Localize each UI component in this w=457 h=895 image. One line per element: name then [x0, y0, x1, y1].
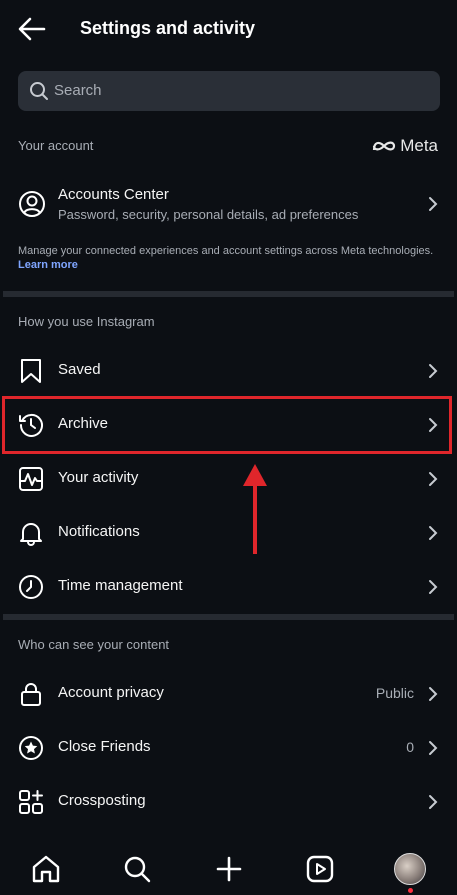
- lock-icon: [21, 683, 41, 706]
- settings-row-time-management[interactable]: Time management: [3, 560, 454, 614]
- close-friends-label: Close Friends: [58, 738, 151, 755]
- section-divider: [3, 291, 454, 297]
- account-privacy-value: Public: [375, 685, 414, 701]
- settings-row-close-friends[interactable]: Close Friends 0: [3, 721, 454, 775]
- section-divider: [3, 614, 454, 620]
- meta-note: Manage your connected experiences and ac…: [18, 244, 448, 272]
- top-bar: Settings and activity: [3, 0, 454, 58]
- chevron-right-icon: [429, 687, 438, 701]
- meta-logo: Meta: [371, 136, 438, 156]
- your-activity-label: Your activity: [58, 469, 139, 486]
- meta-infinity-icon: [373, 141, 396, 151]
- learn-more-link[interactable]: Learn more: [18, 258, 448, 272]
- account-privacy-label: Account privacy: [58, 684, 164, 701]
- search-icon[interactable]: [121, 853, 153, 885]
- star-icon: [19, 736, 43, 760]
- reels-icon[interactable]: [304, 853, 336, 885]
- chevron-right-icon: [429, 526, 438, 540]
- section-title-who-can-see: Who can see your content: [18, 637, 170, 652]
- red-arrow-annotation-icon: [243, 464, 267, 554]
- settings-row-crossposting[interactable]: Crossposting: [3, 775, 454, 829]
- chevron-right-icon: [429, 472, 438, 486]
- settings-row-your-activity[interactable]: Your activity: [3, 452, 454, 506]
- chevron-right-icon: [429, 580, 438, 594]
- bottom-nav-bar: [3, 843, 454, 895]
- settings-row-notifications[interactable]: Notifications: [3, 506, 454, 560]
- activity-icon: [19, 467, 43, 491]
- accounts-center-label: Accounts Center: [58, 186, 169, 203]
- saved-label: Saved: [58, 361, 101, 378]
- section-title-your-account: Your account: [18, 138, 94, 153]
- account-circle-icon: [19, 191, 45, 217]
- time-management-label: Time management: [58, 577, 183, 594]
- home-icon[interactable]: [30, 853, 62, 885]
- settings-row-account-privacy[interactable]: Account privacy Public: [3, 667, 454, 721]
- notifications-label: Notifications: [58, 523, 140, 540]
- chevron-right-icon: [429, 741, 438, 755]
- crosspost-icon: [19, 790, 43, 814]
- archive-highlight-box: [2, 396, 452, 454]
- clock-icon: [19, 575, 43, 599]
- settings-row-saved[interactable]: Saved: [3, 344, 454, 398]
- chevron-right-icon: [429, 364, 438, 378]
- crossposting-label: Crossposting: [58, 792, 146, 809]
- close-friends-count: 0: [406, 739, 414, 755]
- search-icon: [30, 82, 48, 100]
- meta-brand-text: Meta: [400, 136, 438, 155]
- back-arrow-icon[interactable]: [17, 15, 47, 43]
- chevron-right-icon: [429, 197, 438, 211]
- accounts-center-row[interactable]: Accounts Center Password, security, pers…: [3, 176, 454, 232]
- bell-icon: [20, 523, 42, 546]
- notification-dot: [408, 888, 413, 893]
- search-placeholder: Search: [54, 82, 102, 99]
- search-input[interactable]: Search: [18, 71, 440, 111]
- bookmark-icon: [21, 359, 41, 383]
- meta-note-text: Manage your connected experiences and ac…: [18, 245, 434, 257]
- accounts-center-subtitle: Password, security, personal details, ad…: [58, 207, 359, 222]
- page-title: Settings and activity: [80, 18, 256, 38]
- section-title-how-you-use: How you use Instagram: [18, 314, 155, 329]
- create-icon[interactable]: [213, 853, 245, 885]
- chevron-right-icon: [429, 795, 438, 809]
- profile-avatar[interactable]: [394, 853, 426, 885]
